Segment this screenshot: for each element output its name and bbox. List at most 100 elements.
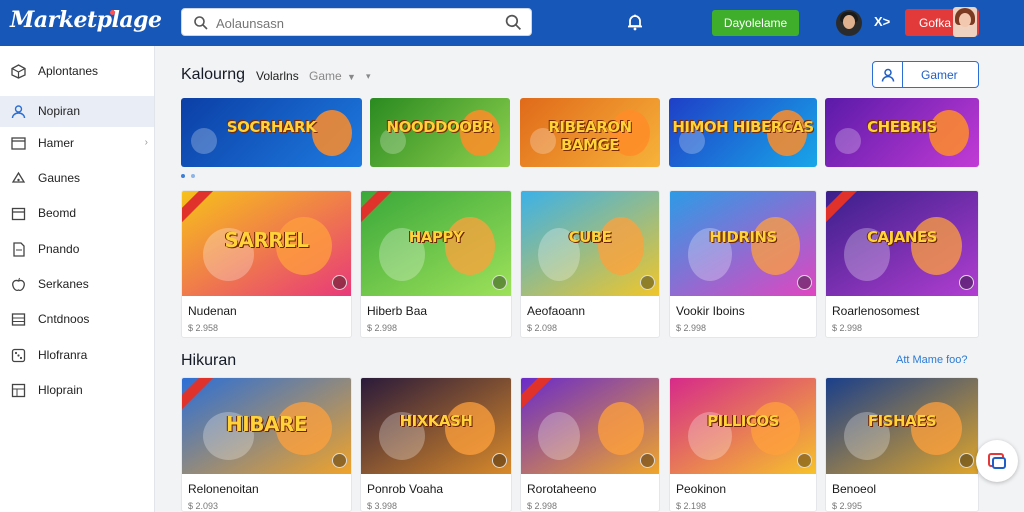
game-price: $ 2.995 [832,501,863,511]
game-thumbnail[interactable]: CUBE [521,191,659,296]
platform-icon [959,275,974,290]
banner-card[interactable]: CHEBRIS [825,98,979,167]
game-filter-button[interactable]: Gamer [872,61,979,88]
sidebar: Aplontanes Nopiran Hamer › Gaunes Beomd Pnando… [0,46,155,512]
tab-active[interactable]: Volarlns [256,69,299,83]
banner-card[interactable]: RIBEARON BAMGE [520,98,660,167]
game-art-text: SARREL [224,228,309,252]
sidebar-item[interactable]: Serkanes [0,269,154,300]
search-submit-icon[interactable] [505,14,522,31]
game-title[interactable]: Benoeol [832,482,876,496]
sidebar-item[interactable]: Hloprain [0,375,154,406]
user-menu-short[interactable]: X> [874,14,890,29]
section-title-popular: Hikuran [181,352,237,369]
sidebar-item[interactable]: Beomd [0,198,154,229]
platform-icon [332,275,347,290]
game-price: $ 2.098 [527,323,558,333]
floating-action-button[interactable] [976,440,1018,482]
game-title[interactable]: Ponrob Voaha [367,482,443,496]
game-title[interactable]: Hiberb Baa [367,304,427,318]
game-card[interactable]: SARREL Nudenan $ 2.958 [181,190,352,338]
banner-card[interactable]: NOODDOOBR [370,98,510,167]
user-short-label: X [874,14,883,29]
sidebar-item-label: Serkanes [38,277,89,291]
game-thumbnail[interactable]: HIBARE [182,378,351,474]
app-logo[interactable]: Marketplage [10,7,162,33]
controller-icon [11,171,26,183]
game-card[interactable]: HAPPY Hiberb Baa $ 2.998 [360,190,512,338]
sale-ribbon [182,191,215,226]
sidebar-item[interactable]: Aplontanes [0,56,154,87]
carousel-dot[interactable] [191,174,195,178]
game-art-text: PILLICOS [707,412,779,430]
game-title[interactable]: Peokinon [676,482,726,496]
banner-card[interactable]: HIMOH HIBERCAS [669,98,817,167]
character-illustration [598,402,644,455]
user-avatar[interactable] [836,10,862,36]
sidebar-item-label: Nopiran [38,104,81,118]
game-price: $ 2.093 [188,501,219,511]
user-icon [11,105,26,119]
game-card[interactable]: FISHAES Benoeol $ 2.995 [825,377,979,512]
logo-dot [110,10,115,15]
game-card[interactable]: HIXKASH Ponrob Voaha $ 3.998 [360,377,512,512]
game-price: $ 2.998 [367,323,398,333]
sidebar-item-label: Aplontanes [38,64,99,78]
game-card[interactable]: HIDRINS Vookir Iboins $ 2.998 [669,190,817,338]
top-header: Marketplage Dayolelame X> Gofka [0,0,1024,46]
green-action-button[interactable]: Dayolelame [712,10,799,36]
game-card[interactable]: CUBE Aeofaoann $ 2.098 [520,190,660,338]
profile-avatar[interactable] [953,7,977,37]
sidebar-item-label: Hamer [38,136,75,150]
game-thumbnail[interactable]: HIDRINS [670,191,816,296]
banner-card[interactable]: SOCRHARK [181,98,362,167]
sale-ribbon [521,378,554,413]
section-title-featured: Kalourng [181,66,246,83]
game-thumbnail[interactable]: FISHAES [826,378,978,474]
sale-ribbon [826,191,859,226]
search-icon [194,16,208,30]
chevron-down-small-icon[interactable]: ▾ [366,71,371,82]
game-card[interactable]: Rorotaheeno $ 2.998 [520,377,660,512]
game-thumbnail[interactable]: HIXKASH [361,378,511,474]
game-art-text: HIXKASH [399,412,473,430]
game-art-text: HIDRINS [709,228,777,246]
avatar-face [959,13,971,27]
view-more-link[interactable]: Att Mame foo? [896,354,968,366]
platform-icon [959,453,974,468]
game-title[interactable]: Aeofaoann [527,304,585,318]
chevron-down-icon[interactable]: ▼ [347,72,356,82]
sidebar-item[interactable]: Cntdnoos [0,304,154,335]
game-thumbnail[interactable]: PILLICOS [670,378,816,474]
sidebar-item[interactable]: Hamer › [0,128,154,159]
game-thumbnail[interactable] [521,378,659,474]
notification-bell-icon[interactable] [625,12,645,32]
sidebar-item[interactable]: Hlofranra [0,340,154,371]
sidebar-item-label: Gaunes [38,171,81,185]
banner-art-text: NOODDOOBR [386,118,494,136]
tab-game[interactable]: Game [309,69,342,83]
game-title[interactable]: Nudenan [188,304,237,318]
game-thumbnail[interactable]: HAPPY [361,191,511,296]
game-title[interactable]: Rorotaheeno [527,482,596,496]
cube-icon [11,64,26,79]
game-card[interactable]: PILLICOS Peokinon $ 2.198 [669,377,817,512]
game-card[interactable]: CAJANES Roarlenosomest $ 2.998 [825,190,979,338]
game-price: $ 2.998 [832,323,863,333]
sidebar-item-label: Hlofranra [38,348,88,362]
sidebar-item-label: Pnando [38,242,80,256]
sidebar-item[interactable]: Nopiran [0,96,154,127]
game-thumbnail[interactable]: SARREL [182,191,351,296]
sidebar-item[interactable]: Pnando [0,234,154,265]
game-card[interactable]: HIBARE Relonenoitan $ 2.093 [181,377,352,512]
game-title[interactable]: Roarlenosomest [832,304,919,318]
search-input[interactable] [216,13,476,33]
chevron-right-icon: › [144,137,148,148]
game-thumbnail[interactable]: CAJANES [826,191,978,296]
game-title[interactable]: Relonenoitan [188,482,259,496]
game-title[interactable]: Vookir Iboins [676,304,745,318]
sidebar-item[interactable]: Gaunes [0,163,154,194]
carousel-dot[interactable] [181,174,185,178]
search-bar[interactable] [181,8,532,36]
game-price: $ 3.998 [367,501,398,511]
